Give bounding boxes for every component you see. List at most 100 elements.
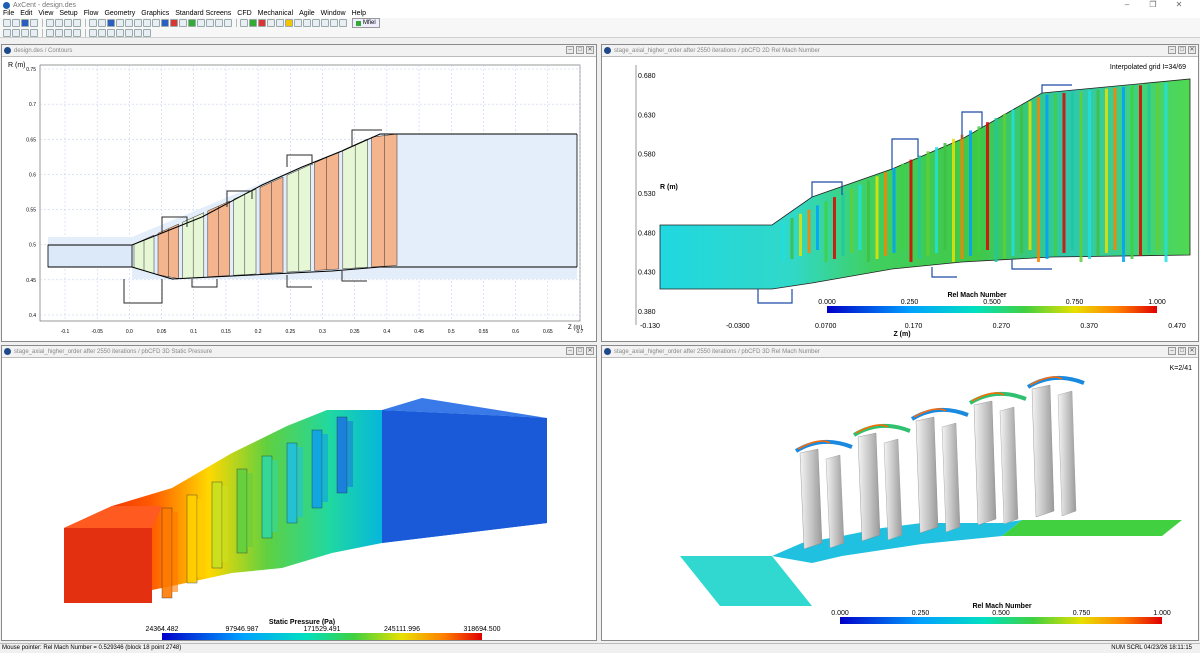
- t2-settings-icon[interactable]: [143, 28, 151, 37]
- t2-copy-icon[interactable]: [21, 28, 29, 37]
- tile-3-icon[interactable]: [321, 19, 329, 27]
- t2-view-front-icon[interactable]: [46, 28, 54, 37]
- mach3d-view[interactable]: K=2/41 Rel Mach Number 0.000 0.250 0.500 0.…: [602, 358, 1198, 640]
- menu-file[interactable]: File: [3, 10, 14, 18]
- x-tick-label: 0.7: [577, 329, 584, 335]
- tile-4-icon[interactable]: [330, 19, 338, 27]
- menu-mechanical[interactable]: Mechanical: [258, 10, 293, 18]
- t2-section-icon[interactable]: [107, 28, 115, 37]
- t2-view-top-icon[interactable]: [64, 28, 72, 37]
- stage-icon[interactable]: [179, 19, 187, 27]
- legend-tick: 97946.987: [225, 626, 258, 633]
- mach2d-plot-area[interactable]: 0.680 0.630 0.580 0.530 0.480 0.430 0.380 -0.1…: [602, 57, 1198, 341]
- panel-maximize-button[interactable]: □: [1178, 347, 1186, 355]
- mach-colorbar: [827, 306, 1157, 313]
- t2-paste-icon[interactable]: [30, 28, 38, 37]
- t2-cut-icon[interactable]: [12, 28, 20, 37]
- panel-minimize-button[interactable]: –: [566, 347, 574, 355]
- zoom-in-icon[interactable]: [107, 19, 115, 27]
- zoom-out-icon[interactable]: [116, 19, 124, 27]
- open-folder-icon[interactable]: [12, 19, 20, 27]
- pressure-blade: [186, 494, 198, 584]
- t2-layout-icon[interactable]: [3, 28, 11, 37]
- document-icon: [4, 348, 11, 355]
- mach-stripe: [1028, 101, 1032, 250]
- grid-icon[interactable]: [152, 19, 160, 27]
- x-tick-label: 0.25: [285, 329, 295, 335]
- t2-measure-icon[interactable]: [98, 28, 106, 37]
- menu-graphics[interactable]: Graphics: [141, 10, 169, 18]
- redo-icon[interactable]: [55, 19, 63, 27]
- t2-view-side-icon[interactable]: [55, 28, 63, 37]
- menu-cfd[interactable]: CFD: [237, 10, 251, 18]
- legend-tick: 0.750: [1073, 610, 1091, 617]
- t2-export-icon[interactable]: [125, 28, 133, 37]
- blade-icon[interactable]: [197, 19, 205, 27]
- zoom-fit-icon[interactable]: [89, 19, 97, 27]
- menu-standard-screens[interactable]: Standard Screens: [175, 10, 231, 18]
- pressure3d-view[interactable]: Static Pressure (Pa) 24364.482 97946.987 1…: [2, 358, 596, 640]
- mfiel-button[interactable]: Mfiel: [352, 18, 380, 28]
- lightbulb-icon[interactable]: [285, 19, 293, 27]
- close-button[interactable]: ✕: [1166, 0, 1192, 10]
- pan-icon[interactable]: [125, 19, 133, 27]
- undo-icon[interactable]: [46, 19, 54, 27]
- mach-stripe: [986, 122, 989, 250]
- new-file-icon[interactable]: [3, 19, 11, 27]
- t2-probe-icon[interactable]: [116, 28, 124, 37]
- tile-5-icon[interactable]: [339, 19, 347, 27]
- document-icon: [604, 348, 611, 355]
- menu-view[interactable]: View: [38, 10, 53, 18]
- tile-1-icon[interactable]: [303, 19, 311, 27]
- menu-window[interactable]: Window: [321, 10, 346, 18]
- mesh-icon[interactable]: [188, 19, 196, 27]
- t2-camera-icon[interactable]: [134, 28, 142, 37]
- panel-maximize-button[interactable]: □: [576, 347, 584, 355]
- maximize-button[interactable]: ❐: [1140, 0, 1166, 10]
- help-icon[interactable]: [294, 19, 302, 27]
- menu-edit[interactable]: Edit: [20, 10, 32, 18]
- panel-close-button[interactable]: ✕: [1188, 347, 1196, 355]
- minus-icon[interactable]: [64, 19, 72, 27]
- panel-minimize-button[interactable]: –: [1168, 347, 1176, 355]
- t2-view-iso-icon[interactable]: [73, 28, 81, 37]
- rotor-blade: [799, 448, 823, 550]
- menu-agile[interactable]: Agile: [299, 10, 315, 18]
- flag-icon[interactable]: [258, 19, 266, 27]
- menu-setup[interactable]: Setup: [59, 10, 77, 18]
- x-tick-label: 0.6: [512, 329, 519, 335]
- panel-maximize-button[interactable]: □: [1178, 46, 1186, 54]
- curve-icon[interactable]: [249, 19, 257, 27]
- contours-plot-area[interactable]: R (m) Z (m) 0.75 0.7 0.65 0.6 0.55 0.5 0.45 0.4…: [2, 57, 596, 341]
- menu-help[interactable]: Help: [352, 10, 366, 18]
- chart-icon[interactable]: [224, 19, 232, 27]
- panel-minimize-button[interactable]: –: [566, 46, 574, 54]
- menu-geometry[interactable]: Geometry: [104, 10, 135, 18]
- contour-icon[interactable]: [170, 19, 178, 27]
- shade-icon[interactable]: [161, 19, 169, 27]
- panel-minimize-button[interactable]: –: [1168, 46, 1176, 54]
- pressure-blade-shadow: [297, 447, 303, 517]
- select-icon[interactable]: [134, 19, 142, 27]
- align-icon[interactable]: [276, 19, 284, 27]
- print-icon[interactable]: [30, 19, 38, 27]
- plus-icon[interactable]: [73, 19, 81, 27]
- y-tick-label: 0.680: [638, 73, 656, 80]
- table-icon[interactable]: [215, 19, 223, 27]
- panel-maximize-button[interactable]: □: [576, 46, 584, 54]
- meridional-icon[interactable]: [206, 19, 214, 27]
- panel-close-button[interactable]: ✕: [586, 347, 594, 355]
- panel-close-button[interactable]: ✕: [1188, 46, 1196, 54]
- line-icon[interactable]: [240, 19, 248, 27]
- layout-icon[interactable]: [267, 19, 275, 27]
- mach-stripe: [952, 138, 955, 262]
- rotate-icon[interactable]: [98, 19, 106, 27]
- pick-icon[interactable]: [143, 19, 151, 27]
- panel-close-button[interactable]: ✕: [586, 46, 594, 54]
- t2-refresh-icon[interactable]: [89, 28, 97, 37]
- menu-flow[interactable]: Flow: [84, 10, 99, 18]
- legend-tick-labels: 24364.482 97946.987 171529.491 245111.996 31…: [145, 626, 500, 633]
- save-icon[interactable]: [21, 19, 29, 27]
- tile-2-icon[interactable]: [312, 19, 320, 27]
- minimize-button[interactable]: –: [1114, 0, 1140, 10]
